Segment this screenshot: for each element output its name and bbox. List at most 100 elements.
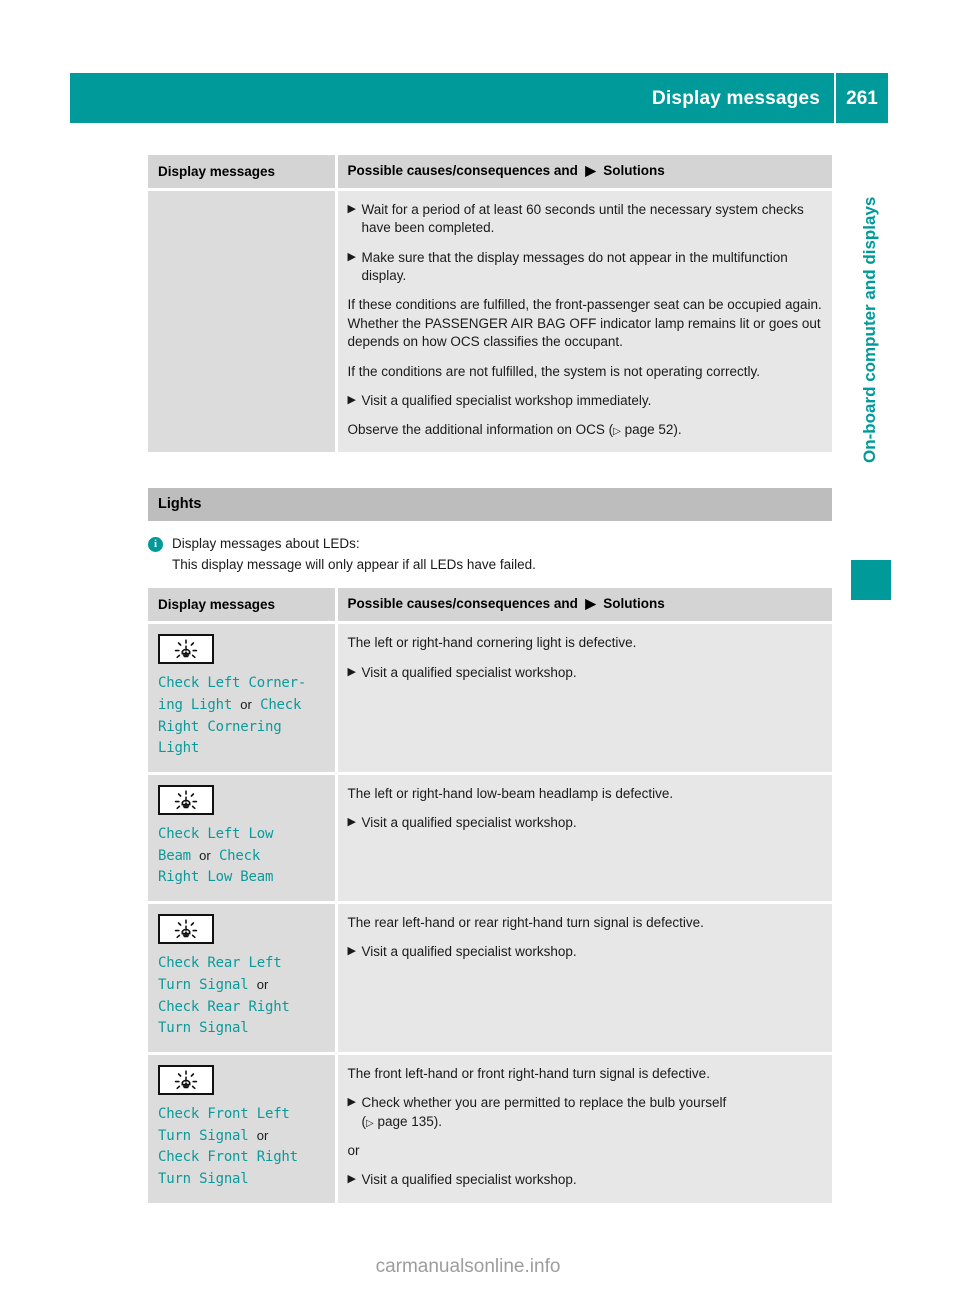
message-segment: Turn Signal	[158, 1127, 249, 1144]
cell-display-message	[148, 189, 338, 452]
bullet-triangle-icon: ▶	[347, 945, 356, 958]
chapter-tab-label: On-board computer and displays	[860, 196, 879, 463]
bulb-warning-icon	[158, 1064, 214, 1095]
cell-causes-solutions: The left or right-hand low-beam headlamp…	[336, 773, 832, 905]
info-note-line-1: i Display messages about LEDs:	[148, 535, 832, 553]
message-line: Check Front Right	[158, 1147, 325, 1169]
cell-display-message: Check Left Low Beam or Check Right Low B…	[148, 773, 338, 905]
message-segment: Check Left Low	[158, 826, 274, 843]
cell-causes-solutions: The front left-hand or front right-hand …	[336, 1053, 832, 1203]
body-paragraph: If these conditions are fulfilled, the f…	[347, 297, 822, 350]
header-text-after: Solutions	[603, 596, 665, 612]
message-segment: Check Left Corner-	[158, 675, 307, 692]
page-number: 261	[846, 87, 878, 109]
chapter-tab-marker	[851, 560, 891, 600]
body-paragraph: The rear left-hand or rear right-hand tu…	[347, 915, 704, 931]
chapter-side-tab: On-board computer and displays	[845, 140, 891, 600]
message-line: Turn Signal	[158, 1169, 325, 1191]
info-note: i Display messages about LEDs: This disp…	[148, 535, 832, 575]
solution-triangle-icon: ▶	[581, 163, 600, 178]
cell-display-message: Check Front Left Turn Signal or Check Fr…	[148, 1053, 338, 1203]
display-message-text: Check Rear Left Turn Signal or Check Rea…	[158, 953, 325, 1040]
cell-causes-solutions: ▶ Wait for a period of at least 60 secon…	[336, 189, 832, 452]
message-line: Right Cornering	[158, 717, 325, 739]
cell-causes-solutions: The left or right-hand cornering light i…	[336, 622, 832, 776]
cell-causes-solutions: The rear left-hand or rear right-hand tu…	[336, 902, 832, 1055]
bullet-triangle-icon: ▶	[347, 1173, 356, 1186]
message-segment: Check Front Right	[158, 1149, 298, 1166]
display-message-text: Check Left Corner- ing Light or Check Ri…	[158, 673, 325, 760]
message-line: Turn Signal or	[158, 1126, 325, 1148]
message-line: ing Light or Check	[158, 695, 325, 717]
message-segment: ing Light	[158, 697, 233, 713]
table-row: Check Front Left Turn Signal or Check Fr…	[148, 1053, 832, 1203]
site-watermark: carmanualsonline.info	[375, 1256, 561, 1277]
message-line: Check Rear Left	[158, 953, 325, 975]
message-line: Right Low Beam	[158, 867, 325, 889]
bullet-triangle-icon: ▶	[347, 250, 356, 263]
section-heading-lights: Lights	[148, 487, 832, 521]
bulb-warning-icon	[158, 634, 214, 665]
header-text-before: Possible causes/consequences and	[347, 596, 578, 612]
reference-paren-close: ).	[433, 1113, 443, 1129]
bullet-main-text: Check whether you are permitted to repla…	[361, 1095, 727, 1111]
column-header-display-messages: Display messages	[148, 155, 338, 191]
display-messages-table-top: Display messages Possible causes/consequ…	[148, 155, 832, 452]
info-note-text: Display messages about LEDs:	[172, 535, 360, 551]
solution-bullet: ▶ Check whether you are permitted to rep…	[348, 1094, 823, 1131]
message-line: Turn Signal or	[158, 975, 325, 997]
bullet-triangle-icon: ▶	[347, 203, 356, 215]
page-reference-link[interactable]: page 135	[374, 1114, 433, 1129]
message-conjunction: or	[240, 697, 252, 712]
cross-reference-paragraph: Observe the additional information on OC…	[348, 421, 823, 439]
solution-bullet: ▶ Visit a qualified specialist workshop.	[348, 814, 823, 832]
bullet-triangle-icon: ▶	[347, 816, 356, 829]
info-icon: i	[148, 536, 163, 552]
bullet-text: Visit a qualified specialist workshop.	[361, 815, 577, 831]
message-segment: Turn Signal	[158, 1020, 249, 1037]
message-segment: Check	[260, 697, 302, 713]
solution-bullet: ▶ Visit a qualified specialist workshop.	[348, 943, 823, 961]
bullet-text: Check whether you are permitted to repla…	[362, 1094, 823, 1131]
header-text-after: Solutions	[603, 163, 665, 178]
message-segment: Right Cornering	[158, 718, 282, 735]
message-conjunction: or	[256, 976, 269, 992]
table-header-row: Display messages Possible causes/consequ…	[148, 588, 832, 625]
cell-display-message: Check Left Corner- ing Light or Check Ri…	[148, 622, 338, 776]
message-segment: Check	[218, 847, 261, 864]
page-reference-icon: ▷	[366, 1117, 374, 1129]
body-paragraph: The left or right-hand cornering light i…	[347, 635, 637, 651]
reference-text-after: ).	[673, 422, 682, 438]
table-row: ▶ Wait for a period of at least 60 secon…	[148, 189, 832, 452]
bullet-triangle-icon: ▶	[347, 1096, 356, 1109]
bullet-triangle-icon: ▶	[347, 393, 356, 406]
page-reference-link[interactable]: page 52	[621, 422, 674, 437]
message-line: Check Rear Right	[158, 997, 325, 1019]
message-segment: Check Rear Right	[158, 998, 290, 1015]
message-segment: Turn Signal	[158, 976, 249, 993]
solution-bullet: ▶ Visit a qualified specialist workshop.	[348, 664, 823, 682]
column-header-causes-solutions: Possible causes/consequences and ▶ Solut…	[336, 588, 832, 625]
body-paragraph: or	[347, 1142, 360, 1158]
display-message-text: Check Left Low Beam or Check Right Low B…	[158, 824, 325, 889]
message-line: Turn Signal	[158, 1018, 325, 1040]
table-row: Check Rear Left Turn Signal or Check Rea…	[148, 902, 832, 1055]
column-header-display-messages: Display messages	[148, 588, 338, 625]
message-segment: Light	[158, 740, 200, 757]
info-note-line-2: This display message will only appear if…	[172, 556, 536, 572]
message-line: Check Front Left	[158, 1104, 325, 1126]
solution-bullet: ▶ Make sure that the display messages do…	[348, 249, 823, 286]
page-title: Display messages	[652, 87, 820, 109]
message-segment: Turn Signal	[158, 1170, 249, 1187]
column-header-causes-solutions: Possible causes/consequences and ▶ Solut…	[336, 155, 832, 191]
manual-page: Display messages 261 On-board computer a…	[0, 0, 960, 1302]
display-message-text: Check Front Left Turn Signal or Check Fr…	[158, 1104, 325, 1191]
page-header-bar: Display messages 261	[70, 73, 888, 123]
bullet-text: Visit a qualified specialist workshop.	[361, 1172, 577, 1188]
solution-bullet: ▶ Visit a qualified specialist workshop …	[348, 392, 823, 410]
message-segment: Check Rear Left	[158, 955, 282, 972]
table-row: Check Left Low Beam or Check Right Low B…	[148, 773, 832, 905]
page-reference-icon: ▷	[613, 426, 621, 438]
message-segment: Beam	[158, 847, 191, 864]
bullet-triangle-icon: ▶	[347, 665, 356, 678]
